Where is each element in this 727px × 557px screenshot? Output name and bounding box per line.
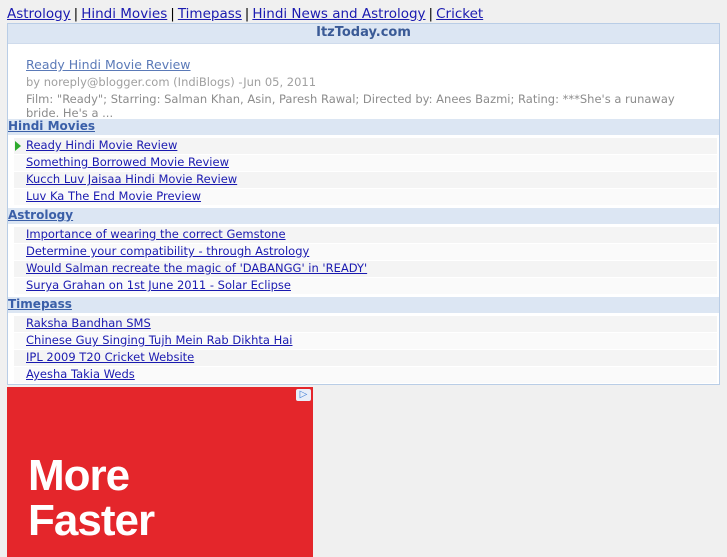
list-item-link[interactable]: Importance of wearing the correct Gemsto… <box>26 227 286 241</box>
section-heading: Timepass <box>8 297 719 313</box>
featured-post-meta: by noreply@blogger.com (IndiBlogs) -Jun … <box>26 75 317 89</box>
list-item-link[interactable]: Something Borrowed Movie Review <box>26 155 229 169</box>
list-item-link[interactable]: Ayesha Takia Weds <box>26 367 135 381</box>
nav-link-timepass[interactable]: Timepass <box>178 6 242 22</box>
list-item: Chinese Guy Singing Tujh Mein Rab Dikhta… <box>14 333 717 349</box>
list-item: Something Borrowed Movie Review <box>14 155 717 171</box>
list-item: Would Salman recreate the magic of 'DABA… <box>14 261 717 277</box>
section-timepass: Timepass Raksha Bandhan SMS Chinese Guy … <box>8 297 719 384</box>
section-heading: Hindi Movies <box>8 119 719 135</box>
list-item-link[interactable]: Would Salman recreate the magic of 'DABA… <box>26 261 367 275</box>
list-item-link[interactable]: IPL 2009 T20 Cricket Website <box>26 350 194 364</box>
section-heading-link[interactable]: Hindi Movies <box>8 119 95 133</box>
list-item: Kucch Luv Jaisaa Hindi Movie Review <box>14 172 717 188</box>
list-item-link[interactable]: Kucch Luv Jaisaa Hindi Movie Review <box>26 172 237 186</box>
nav-link-cricket[interactable]: Cricket <box>436 6 483 22</box>
advertisement-banner[interactable]: ▷ More Faster <box>7 387 313 557</box>
list-item: IPL 2009 T20 Cricket Website <box>14 350 717 366</box>
list-item-link[interactable]: Raksha Bandhan SMS <box>26 316 151 330</box>
featured-post: Ready Hindi Movie Review by noreply@blog… <box>26 57 706 120</box>
ad-headline-line1: More <box>28 451 130 500</box>
nav-separator: | <box>73 6 79 22</box>
section-item-list: Ready Hindi Movie Review Something Borro… <box>8 135 719 205</box>
section-astrology: Astrology Importance of wearing the corr… <box>8 208 719 295</box>
ad-headline-line2: Faster <box>28 496 155 545</box>
list-item: Importance of wearing the correct Gemsto… <box>14 227 717 243</box>
ad-headline: More Faster <box>28 451 155 545</box>
selected-arrow-icon <box>15 141 21 151</box>
nav-link-hindi-news-astrology[interactable]: Hindi News and Astrology <box>252 6 425 22</box>
featured-post-description: Film: "Ready"; Starring: Salman Khan, As… <box>26 92 675 120</box>
list-item: Luv Ka The End Movie Preview <box>14 189 717 205</box>
nav-separator: | <box>244 6 250 22</box>
list-item-link[interactable]: Determine your compatibility - through A… <box>26 244 309 258</box>
top-navigation: Astrology | Hindi Movies | Timepass | Hindi Ne… <box>7 6 483 22</box>
section-item-list: Raksha Bandhan SMS Chinese Guy Singing T… <box>8 313 719 383</box>
list-item-link[interactable]: Luv Ka The End Movie Preview <box>26 189 201 203</box>
list-item-link[interactable]: Ready Hindi Movie Review <box>26 138 177 152</box>
list-item: Raksha Bandhan SMS <box>14 316 717 332</box>
list-item: Ayesha Takia Weds <box>14 367 717 383</box>
section-heading-link[interactable]: Astrology <box>8 208 73 222</box>
widget-title[interactable]: ItzToday.com <box>8 24 719 44</box>
featured-post-title[interactable]: Ready Hindi Movie Review <box>26 57 706 72</box>
section-heading: Astrology <box>8 208 719 224</box>
section-hindi-movies: Hindi Movies Ready Hindi Movie Review So… <box>8 119 719 206</box>
list-item: Ready Hindi Movie Review <box>14 138 717 154</box>
nav-separator: | <box>170 6 175 22</box>
list-item-link[interactable]: Chinese Guy Singing Tujh Mein Rab Dikhta… <box>26 333 292 347</box>
feed-widget: ItzToday.com Ready Hindi Movie Review by… <box>7 23 720 385</box>
nav-link-hindi-movies[interactable]: Hindi Movies <box>81 6 167 22</box>
section-heading-link[interactable]: Timepass <box>8 297 72 311</box>
list-item: Determine your compatibility - through A… <box>14 244 717 260</box>
nav-separator: | <box>428 6 434 22</box>
section-item-list: Importance of wearing the correct Gemsto… <box>8 224 719 294</box>
nav-link-astrology[interactable]: Astrology <box>7 6 71 22</box>
list-item-link[interactable]: Surya Grahan on 1st June 2011 - Solar Ec… <box>26 278 291 292</box>
list-item: Surya Grahan on 1st June 2011 - Solar Ec… <box>14 278 717 294</box>
adchoices-icon[interactable]: ▷ <box>296 389 311 401</box>
